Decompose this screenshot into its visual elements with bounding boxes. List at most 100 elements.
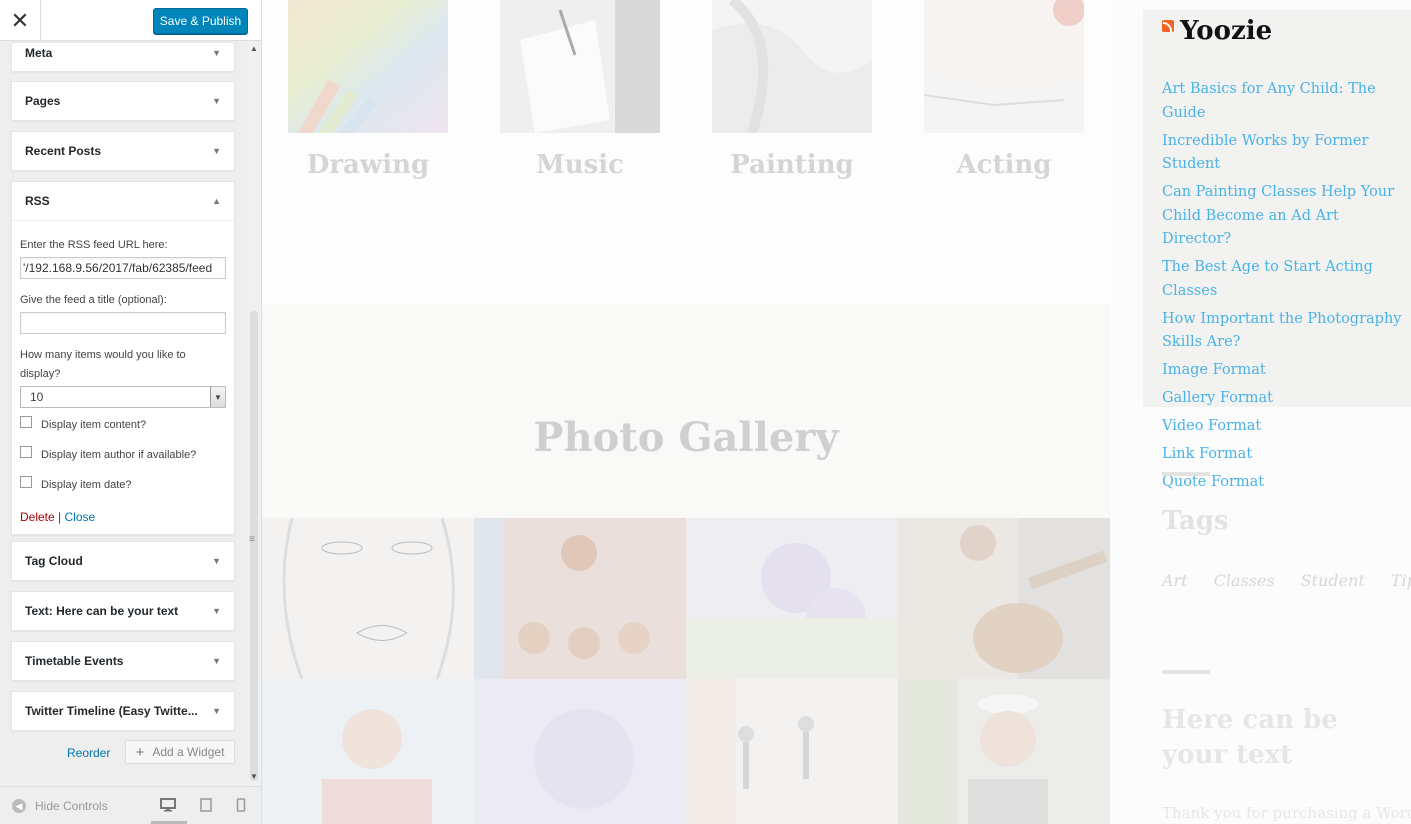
rss-title-label: Give the feed a title (optional):	[20, 294, 167, 306]
children-group-image	[474, 518, 686, 679]
close-icon: ✕	[10, 7, 30, 33]
mobile-preview-icon[interactable]	[236, 798, 246, 815]
rss-item-link[interactable]: Link Format	[1162, 443, 1410, 467]
add-widget-button[interactable]: + Add a Widget	[125, 740, 235, 764]
tag-link[interactable]: Tips	[1391, 571, 1411, 590]
dropdown-arrow-icon[interactable]: ▼	[210, 387, 225, 407]
gallery-tile[interactable]	[898, 679, 1110, 824]
widget-pages[interactable]: Pages ▼	[11, 81, 235, 121]
widget-twitter-timeline[interactable]: Twitter Timeline (Easy Twitte... ▼	[11, 691, 235, 731]
chevron-down-icon[interactable]: ▼	[212, 606, 221, 616]
sidebar-scrollbar[interactable]: ▲ ≡ ▼	[248, 41, 261, 786]
chevron-down-icon[interactable]: ▼	[212, 96, 221, 106]
class-title[interactable]: Drawing	[262, 150, 488, 180]
rss-item-link[interactable]: How Important the Photography Skills Are…	[1162, 308, 1410, 355]
delete-widget-link[interactable]: Delete	[20, 510, 55, 524]
checkbox-row[interactable]: Display item author if available?	[20, 446, 226, 476]
rss-item-link[interactable]: Can Painting Classes Help Your Child Bec…	[1162, 181, 1410, 252]
widget-title: Recent Posts	[25, 144, 102, 158]
widget-title: RSS	[25, 194, 50, 208]
rss-widget-title-text[interactable]: Yoozie	[1180, 16, 1272, 46]
rss-item-link[interactable]: The Best Age to Start Acting Classes	[1162, 256, 1410, 303]
gallery-tile[interactable]	[262, 679, 474, 824]
checkbox-label: Display item date?	[41, 479, 132, 491]
widget-tag-cloud[interactable]: Tag Cloud ▼	[11, 541, 235, 581]
guitar-image	[898, 518, 1110, 679]
checkbox-label: Display item content?	[41, 419, 147, 431]
rss-item-link[interactable]: Incredible Works by Former Student	[1162, 130, 1410, 177]
separator: |	[58, 510, 62, 524]
save-publish-button[interactable]: Save & Publish	[153, 8, 248, 34]
widget-meta[interactable]: Meta ▼	[11, 42, 235, 72]
class-title[interactable]: Painting	[672, 150, 912, 180]
purple-abstract-image	[474, 679, 686, 824]
tablet-preview-icon[interactable]	[200, 798, 212, 815]
music-image	[500, 0, 660, 133]
desktop-preview-icon[interactable]	[160, 798, 176, 815]
plus-icon: +	[135, 743, 145, 761]
scrollbar-thumb[interactable]	[250, 311, 258, 781]
widget-header[interactable]: Twitter Timeline (Easy Twitte... ▼	[12, 692, 234, 730]
rss-item-link[interactable]: Video Format	[1162, 415, 1410, 439]
widget-timetable-events[interactable]: Timetable Events ▼	[11, 641, 235, 681]
widget-text[interactable]: Text: Here can be your text ▼	[11, 591, 235, 631]
widget-title: Pages	[25, 94, 61, 108]
reorder-link[interactable]: Reorder	[67, 746, 110, 760]
display-author-checkbox[interactable]	[20, 446, 32, 458]
chevron-down-icon[interactable]: ▼	[212, 556, 221, 566]
class-title[interactable]: Music	[460, 150, 700, 180]
rss-item-link[interactable]: Art Basics for Any Child: The Guide	[1162, 78, 1410, 125]
text-widget-title: Here can be your text	[1162, 705, 1338, 770]
widget-rss[interactable]: RSS ▲ Enter the RSS feed URL here: '/192…	[11, 181, 235, 535]
rss-item-link[interactable]: Image Format	[1162, 359, 1410, 383]
chevron-down-icon[interactable]: ▼	[212, 48, 221, 58]
hide-controls-button[interactable]: ◀ Hide Controls	[12, 799, 108, 813]
rss-icon[interactable]	[1162, 20, 1174, 32]
checkbox-row[interactable]: Display item date?	[20, 476, 226, 506]
tag-link[interactable]: Student	[1301, 571, 1365, 590]
chevron-down-icon[interactable]: ▼	[212, 146, 221, 156]
chevron-down-icon[interactable]: ▼	[212, 706, 221, 716]
resize-grip-icon[interactable]: ≡	[249, 534, 255, 545]
close-widget-link[interactable]: Close	[65, 510, 96, 524]
tag-link[interactable]: Art	[1162, 571, 1188, 590]
rss-items-select[interactable]: 10 ▼	[20, 386, 226, 408]
flower-image	[686, 518, 898, 679]
gallery-tile[interactable]	[474, 679, 686, 824]
widget-header[interactable]: Tag Cloud ▼	[12, 542, 234, 580]
sketch-face-image	[282, 518, 455, 679]
site-preview[interactable]: Drawing Music Painting Acting Photo Gall…	[262, 0, 1411, 824]
display-date-checkbox[interactable]	[20, 476, 32, 488]
rss-url-input[interactable]: '/192.168.9.56/2017/fab/62385/feed	[20, 257, 226, 279]
display-content-checkbox[interactable]	[20, 416, 32, 428]
widget-header[interactable]: Recent Posts ▼	[12, 132, 234, 170]
scroll-up-icon[interactable]: ▲	[250, 44, 258, 53]
gallery-tile[interactable]	[474, 518, 686, 679]
widget-header[interactable]: Text: Here can be your text ▼	[12, 592, 234, 630]
rss-title-input[interactable]	[20, 312, 226, 334]
gallery-tile[interactable]	[686, 679, 898, 824]
tag-link[interactable]: Classes	[1214, 571, 1275, 590]
chevron-up-icon[interactable]: ▲	[212, 196, 221, 206]
checkbox-row[interactable]: Display item content?	[20, 416, 226, 446]
chevron-down-icon[interactable]: ▼	[212, 656, 221, 666]
main-content: Drawing Music Painting Acting Photo Gall…	[262, 0, 1110, 824]
girl-portrait-image	[262, 679, 474, 824]
divider	[1162, 670, 1210, 674]
gallery-tile[interactable]	[262, 518, 474, 679]
widget-recent-posts[interactable]: Recent Posts ▼	[11, 131, 235, 171]
collapse-arrow-icon: ◀	[12, 799, 26, 813]
rss-items-label: How many items would you like to display…	[20, 349, 186, 380]
widget-header[interactable]: Timetable Events ▼	[12, 642, 234, 680]
ballet-image	[686, 679, 898, 824]
widget-header[interactable]: RSS ▲	[12, 182, 234, 220]
widget-header[interactable]: Pages ▼	[12, 82, 234, 120]
class-title[interactable]: Acting	[884, 150, 1124, 180]
gallery-tile[interactable]	[898, 518, 1110, 679]
close-customizer-button[interactable]: ✕	[0, 0, 41, 41]
gallery-header-band	[262, 304, 1110, 518]
rss-item-link[interactable]: Gallery Format	[1162, 387, 1410, 411]
gallery-tile[interactable]	[686, 518, 898, 679]
scroll-down-icon[interactable]: ▼	[250, 772, 258, 781]
widget-header[interactable]: Meta ▼	[12, 43, 234, 63]
